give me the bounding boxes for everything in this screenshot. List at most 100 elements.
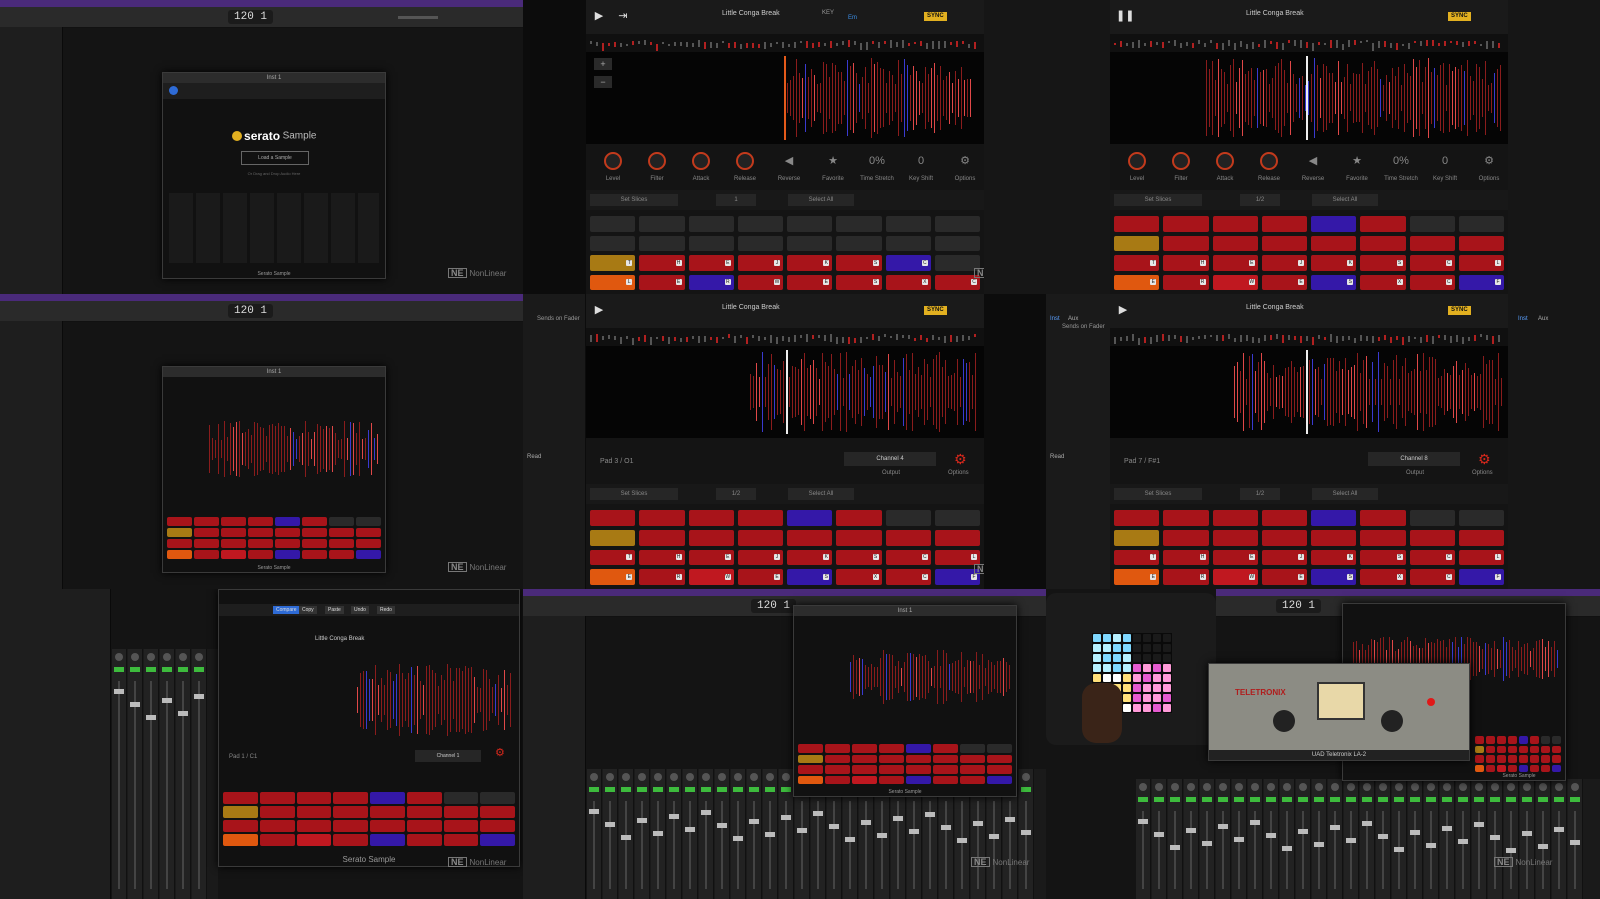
sample-pad[interactable] [221, 517, 246, 526]
sample-pad[interactable]: X [1360, 274, 1406, 290]
select-all-button[interactable]: Select All [788, 488, 854, 500]
mute-solo-button[interactable] [749, 787, 759, 792]
sample-pad[interactable] [1530, 745, 1539, 753]
fader-cap[interactable] [1266, 833, 1276, 838]
mute-solo-button[interactable] [162, 667, 172, 672]
sample-pad[interactable]: S [1311, 569, 1357, 585]
sample-pad[interactable]: E [737, 569, 783, 585]
sample-pad[interactable] [406, 792, 442, 804]
select-all-button[interactable]: Select All [1312, 488, 1378, 500]
fader-cap[interactable] [146, 715, 156, 720]
master-volume-slider[interactable] [398, 16, 438, 19]
sample-pad[interactable] [1519, 745, 1528, 753]
main-waveform[interactable] [1110, 52, 1508, 144]
sample-pad[interactable] [1212, 216, 1258, 232]
sample-pad[interactable] [934, 510, 980, 526]
sample-pad[interactable] [825, 754, 850, 763]
options-gear-icon[interactable]: ⚙ [1480, 154, 1498, 168]
sample-pad[interactable] [248, 539, 273, 548]
sample-pad[interactable] [798, 765, 823, 774]
controller-pad[interactable] [1133, 644, 1141, 652]
sample-pad[interactable] [737, 510, 783, 526]
pan-knob[interactable] [1523, 783, 1531, 791]
controller-pad[interactable] [1093, 644, 1101, 652]
controller-pad[interactable] [1163, 634, 1171, 642]
fader-cap[interactable] [1570, 840, 1580, 845]
sample-pad[interactable] [480, 820, 515, 832]
controller-pad[interactable] [1093, 664, 1101, 672]
sample-pad[interactable] [1486, 764, 1495, 772]
overview-waveform[interactable] [586, 34, 984, 52]
sample-pad[interactable] [1530, 764, 1539, 772]
controller-pad[interactable] [1163, 644, 1171, 652]
fader-cap[interactable] [114, 689, 124, 694]
sample-pad[interactable] [356, 539, 381, 548]
sample-pad[interactable] [356, 550, 381, 559]
reverse-icon[interactable]: ◀ [780, 154, 798, 168]
select-all-button[interactable]: Select All [788, 194, 854, 206]
sample-pad[interactable] [356, 528, 381, 537]
controller-pad[interactable] [1143, 684, 1151, 692]
mute-solo-button[interactable] [1186, 797, 1196, 802]
fader-cap[interactable] [178, 711, 188, 716]
knob[interactable] [1128, 152, 1146, 170]
sample-pad[interactable] [1360, 510, 1406, 526]
mute-solo-button[interactable] [685, 787, 695, 792]
sample-pad[interactable] [1475, 736, 1484, 744]
controller-pad[interactable] [1133, 704, 1141, 712]
sample-pad[interactable] [1409, 510, 1455, 526]
pan-knob[interactable] [750, 773, 758, 781]
sample-pad[interactable]: T [590, 549, 636, 566]
sample-pad[interactable]: E [1261, 274, 1307, 290]
sample-pad[interactable] [248, 528, 273, 537]
sample-pad[interactable] [1541, 736, 1550, 744]
sample-pad[interactable] [960, 765, 985, 774]
sample-pad[interactable] [787, 216, 833, 232]
sample-pad[interactable] [1530, 736, 1539, 744]
sample-pad[interactable] [1409, 235, 1455, 251]
pan-knob[interactable] [638, 773, 646, 781]
plugin-menu-tab[interactable]: Redo [377, 606, 395, 614]
mute-solo-button[interactable] [1538, 797, 1548, 802]
sample-pad[interactable]: K [787, 255, 833, 271]
mute-solo-button[interactable] [1218, 797, 1228, 802]
tempo-display[interactable]: 120 1 [228, 10, 274, 24]
sample-pad[interactable] [1508, 736, 1517, 744]
mute-solo-button[interactable] [146, 667, 156, 672]
pan-knob[interactable] [1219, 783, 1227, 791]
overview-waveform[interactable] [1110, 34, 1508, 52]
sample-pad[interactable] [1458, 235, 1504, 251]
controller-pad[interactable] [1163, 704, 1171, 712]
sample-pad[interactable]: E [639, 274, 685, 290]
mute-solo-button[interactable] [1362, 797, 1372, 802]
play-icon[interactable]: ▶ [592, 8, 606, 24]
controller-pad[interactable] [1153, 674, 1161, 682]
pan-knob[interactable] [718, 773, 726, 781]
mute-solo-button[interactable] [717, 787, 727, 792]
mute-solo-button[interactable] [1298, 797, 1308, 802]
sample-pad[interactable] [1360, 235, 1406, 251]
sample-pad[interactable] [1311, 529, 1357, 546]
gain-knob[interactable] [1273, 710, 1295, 732]
sample-pad[interactable]: H [1163, 255, 1209, 271]
sample-pad[interactable] [1508, 755, 1517, 763]
sample-pad[interactable] [223, 820, 258, 832]
sample-pad[interactable] [1508, 745, 1517, 753]
pan-knob[interactable] [1171, 783, 1179, 791]
output-channel-select[interactable]: Channel 4 [844, 452, 936, 466]
plugin-menu-tab[interactable]: Compare [273, 606, 300, 614]
pause-icon[interactable]: ❚❚ [1116, 8, 1134, 24]
sample-pad[interactable] [1552, 764, 1561, 772]
mute-solo-button[interactable] [1138, 797, 1148, 802]
sample-pad[interactable] [194, 517, 219, 526]
fader-cap[interactable] [1298, 829, 1308, 834]
sample-pad[interactable] [443, 806, 479, 818]
fader-cap[interactable] [925, 812, 935, 817]
controller-pad[interactable] [1133, 674, 1141, 682]
sample-pad[interactable] [167, 539, 192, 548]
peak-reduction-knob[interactable] [1381, 710, 1403, 732]
sample-pad[interactable] [480, 806, 515, 818]
mute-solo-button[interactable] [1378, 797, 1388, 802]
sample-pad[interactable] [296, 806, 332, 818]
sample-pad[interactable] [221, 550, 246, 559]
